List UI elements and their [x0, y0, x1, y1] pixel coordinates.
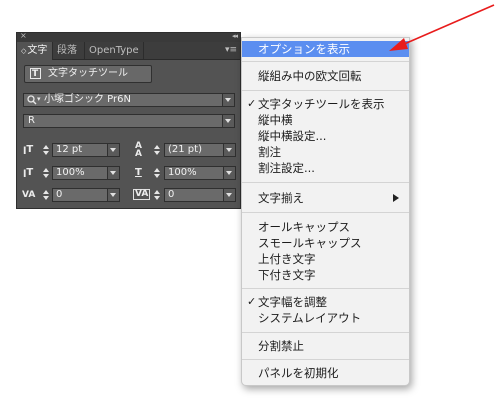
menu-separator: [242, 90, 409, 91]
menu-separator: [242, 332, 409, 333]
menu-item-no-break[interactable]: 分割禁止: [242, 338, 409, 354]
menu-item-label: 割注設定...: [258, 161, 315, 175]
menu-item-small-caps[interactable]: スモールキャップス: [242, 235, 409, 251]
menu-item-label: 下付き文字: [258, 268, 316, 282]
horizontal-scale-icon: T: [135, 167, 142, 178]
chevron-down-icon: [223, 167, 235, 179]
chevron-down-icon: [107, 167, 119, 179]
chevron-down-icon: [107, 189, 119, 201]
menu-item-show-touch-tool[interactable]: ✓ 文字タッチツールを表示: [242, 96, 409, 112]
font-size-stepper[interactable]: [42, 144, 51, 156]
chevron-down-icon: [107, 144, 119, 156]
menu-item-label: 文字揃え: [258, 191, 304, 205]
kerning-stepper[interactable]: [42, 189, 51, 201]
menu-item-warichu[interactable]: 割注: [242, 144, 409, 160]
menu-item-warichu-settings[interactable]: 割注設定...: [242, 160, 409, 176]
menu-separator: [242, 182, 409, 183]
menu-item-label: 文字幅を調整: [258, 295, 327, 309]
tab-opentype-label: OpenType: [89, 45, 139, 56]
kerning-icon: VA: [22, 190, 36, 200]
leading-value: (21 pt): [168, 144, 202, 155]
tracking-field[interactable]: 0: [164, 188, 236, 202]
menu-item-label: 縦組み中の欧文回転: [258, 69, 362, 83]
font-size-value: 12 pt: [56, 144, 83, 155]
close-icon[interactable]: ×: [20, 31, 27, 41]
menu-item-label: 割注: [258, 145, 281, 159]
menu-item-system-layout[interactable]: システムレイアウト: [242, 310, 409, 326]
chevron-down-icon: [222, 94, 234, 106]
kerning-value: 0: [56, 189, 63, 200]
font-family-dropdown[interactable]: ▾ 小塚ゴシック Pr6N: [23, 93, 235, 107]
menu-item-label: オールキャップス: [258, 220, 350, 234]
menu-separator: [242, 61, 409, 62]
vertical-scale-stepper[interactable]: [42, 167, 51, 179]
tracking-value: 0: [168, 189, 175, 200]
panel-options-menu: オプションを表示 縦組み中の欧文回転 ✓ 文字タッチツールを表示 縦中横 縦中横…: [241, 37, 410, 386]
horizontal-scale-value: 100%: [168, 167, 197, 178]
leading-field[interactable]: (21 pt): [164, 143, 236, 157]
kerning-field[interactable]: 0: [52, 188, 120, 202]
touch-type-tool-label: 文字タッチツール: [48, 68, 128, 79]
font-style-dropdown[interactable]: R: [23, 114, 235, 128]
menu-item-reset-panel[interactable]: パネルを初期化: [242, 365, 409, 381]
horizontal-scale-stepper[interactable]: [153, 167, 162, 179]
touch-type-icon: [30, 66, 41, 82]
menu-item-label: 分割禁止: [258, 339, 304, 353]
menu-item-label: 縦中横設定...: [258, 129, 327, 143]
vertical-scale-icon: ꞁT: [23, 167, 34, 178]
menu-item-all-caps[interactable]: オールキャップス: [242, 219, 409, 235]
tab-paragraph-label: 段落: [57, 45, 77, 56]
menu-item-label: 縦中横: [258, 113, 293, 127]
menu-separator: [242, 359, 409, 360]
leading-icon: AA: [135, 141, 142, 159]
chevron-down-icon: [223, 144, 235, 156]
horizontal-scale-field[interactable]: 100%: [164, 166, 236, 180]
tab-expand-icon: ◇: [21, 47, 27, 55]
menu-item-rotate-roman[interactable]: 縦組み中の欧文回転: [242, 68, 409, 84]
chevron-down-icon: [223, 189, 235, 201]
menu-item-superscript[interactable]: 上付き文字: [242, 251, 409, 267]
menu-item-label: パネルを初期化: [258, 366, 339, 380]
tab-opentype[interactable]: OpenType: [85, 42, 144, 59]
submenu-arrow-icon: [393, 194, 399, 202]
panel-tabs: ◇文字 段落 OpenType ▾≡: [17, 42, 240, 60]
tab-character[interactable]: ◇文字: [17, 42, 53, 60]
menu-item-subscript[interactable]: 下付き文字: [242, 267, 409, 283]
tracking-icon: VA: [133, 189, 151, 200]
font-style-value: R: [28, 115, 35, 126]
collapse-icon[interactable]: ◂◂: [232, 31, 238, 41]
menu-item-label: オプションを表示: [258, 42, 350, 56]
checkmark-icon: ✓: [247, 97, 257, 110]
font-size-field[interactable]: 12 pt: [52, 143, 120, 157]
menu-item-tate-chu-yoko[interactable]: 縦中横: [242, 112, 409, 128]
chevron-down-icon: [222, 115, 234, 127]
menu-separator: [242, 288, 409, 289]
tab-character-label: 文字: [27, 45, 48, 56]
menu-separator: [242, 212, 409, 213]
font-family-value: 小塚ゴシック Pr6N: [44, 94, 131, 105]
menu-item-label: システムレイアウト: [258, 311, 362, 325]
font-size-icon: ꞁT: [23, 144, 34, 155]
menu-item-tate-chu-yoko-settings[interactable]: 縦中横設定...: [242, 128, 409, 144]
checkmark-icon: ✓: [247, 295, 257, 308]
touch-type-tool-button[interactable]: 文字タッチツール: [24, 65, 152, 83]
tab-paragraph[interactable]: 段落: [53, 42, 85, 59]
menu-item-character-align[interactable]: 文字揃え: [242, 190, 409, 206]
vertical-scale-value: 100%: [56, 167, 85, 178]
menu-item-adjust-width[interactable]: ✓ 文字幅を調整: [242, 294, 409, 310]
tracking-stepper[interactable]: [153, 189, 162, 201]
menu-item-label: 上付き文字: [258, 252, 316, 266]
character-panel: × ◂◂ ◇文字 段落 OpenType ▾≡ 文字タッチツール ▾ 小塚ゴシッ…: [16, 31, 241, 209]
panel-menu-icon[interactable]: ▾≡: [225, 43, 237, 57]
menu-item-label: スモールキャップス: [258, 236, 362, 250]
leading-stepper[interactable]: [153, 144, 162, 156]
menu-item-label: 文字タッチツールを表示: [258, 97, 385, 111]
menu-item-show-options[interactable]: オプションを表示: [242, 41, 409, 57]
vertical-scale-field[interactable]: 100%: [52, 166, 120, 180]
